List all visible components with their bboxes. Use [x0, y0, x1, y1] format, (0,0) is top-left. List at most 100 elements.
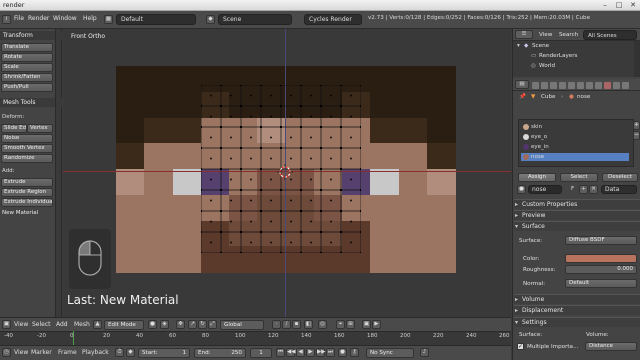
mesh-vertex[interactable] — [320, 189, 322, 191]
screen-layout-field[interactable]: Default — [116, 14, 196, 25]
scale-button[interactable]: Scale — [1, 63, 53, 72]
mesh-vertex[interactable] — [260, 147, 262, 149]
translate-button[interactable]: Translate — [1, 43, 53, 52]
mesh-vertex[interactable] — [201, 126, 202, 128]
mesh-vertex[interactable] — [300, 231, 302, 233]
surface-panel[interactable]: Surface — [514, 221, 640, 231]
mesh-vertex[interactable] — [340, 189, 342, 191]
transform-orientation-select[interactable]: Global — [220, 320, 264, 330]
mesh-vertex[interactable] — [260, 105, 262, 107]
expand-scene-icon[interactable]: ▾ — [517, 43, 520, 49]
transform-panel-header[interactable]: Transform — [0, 31, 62, 40]
mesh-vertex[interactable] — [340, 252, 342, 253]
next-keyframe-icon[interactable]: ▶▶ — [316, 348, 325, 357]
mesh-vertex[interactable] — [201, 210, 202, 212]
outliner-editor-icon[interactable]: ☰ — [515, 30, 533, 39]
mesh-vertex[interactable] — [300, 105, 302, 107]
material-slot-skin[interactable]: skin — [521, 123, 629, 131]
mesh-vertex[interactable] — [360, 252, 361, 253]
minimize-icon[interactable]: – — [598, 0, 612, 10]
mesh-vertex[interactable] — [240, 168, 242, 170]
mesh-menu[interactable]: Mesh — [74, 321, 90, 328]
menu-help[interactable]: Help — [83, 15, 97, 22]
add-menu[interactable]: Add — [56, 321, 68, 328]
new-material-panel-label[interactable]: New Material — [2, 210, 38, 216]
record-icon[interactable]: ● — [338, 348, 347, 357]
mesh-vertex[interactable] — [240, 147, 242, 149]
frame-menu[interactable]: Frame — [58, 349, 77, 356]
screen-layout-icon[interactable]: ▦ — [104, 15, 113, 24]
mesh-vertex[interactable] — [340, 85, 342, 86]
start-frame-field[interactable]: Start: 1 — [138, 348, 190, 358]
last-operator-label[interactable]: Last: New Material — [67, 293, 179, 307]
mesh-vertex[interactable] — [220, 105, 222, 107]
mesh-vertex[interactable] — [300, 210, 302, 212]
outliner-item-world[interactable]: World — [539, 63, 555, 69]
editor-type-icon[interactable]: ▣ — [2, 320, 11, 329]
mesh-vertex[interactable] — [220, 189, 222, 191]
preview-range-icon[interactable]: ⏱ — [115, 348, 124, 357]
material-slot-eye-o[interactable]: eye_o — [521, 133, 629, 141]
scene-field[interactable]: Scene — [218, 14, 292, 25]
pin-icon[interactable]: 📌 — [519, 94, 526, 100]
mesh-vertex[interactable] — [201, 105, 202, 107]
snap-element-icon[interactable]: ⊞ — [346, 320, 355, 329]
play-icon[interactable]: ▶ — [306, 348, 315, 357]
jump-end-icon[interactable]: ⏭ — [326, 348, 335, 357]
material-link-select[interactable]: Data — [601, 185, 637, 194]
face-select-icon[interactable]: ▪ — [292, 320, 301, 329]
mesh-vertex[interactable] — [201, 168, 202, 170]
current-frame-field[interactable]: 1 — [250, 348, 272, 358]
mesh-tools-panel-header[interactable]: Mesh Tools — [0, 98, 62, 107]
mesh-vertex[interactable] — [220, 147, 222, 149]
mesh-vertex[interactable] — [320, 210, 322, 212]
outliner-menu-search[interactable]: Search — [559, 32, 578, 38]
mesh-vertex[interactable] — [320, 168, 322, 170]
extrude-individual-button[interactable]: Extrude Individual — [1, 198, 53, 207]
remove-slot-button[interactable]: − — [633, 131, 640, 140]
mesh-vertex[interactable] — [280, 126, 282, 128]
mesh-vertex[interactable] — [201, 189, 202, 191]
mesh-vertex[interactable] — [340, 168, 342, 170]
mesh-vertex[interactable] — [240, 126, 242, 128]
mesh-vertex[interactable] — [300, 168, 302, 170]
mesh-vertex[interactable] — [320, 252, 322, 253]
properties-context-tabs[interactable] — [531, 81, 639, 90]
mesh-vertex[interactable] — [320, 85, 322, 86]
vertex-select-icon[interactable]: · — [272, 320, 281, 329]
mesh-vertex[interactable] — [340, 210, 342, 212]
properties-editor-icon[interactable]: ▤ — [515, 80, 529, 89]
mesh-vertex[interactable] — [320, 231, 322, 233]
mesh-vertex[interactable] — [360, 85, 361, 86]
material-browse-icon[interactable]: ● — [517, 185, 526, 194]
mesh-vertex[interactable] — [260, 189, 262, 191]
mesh-vertex[interactable] — [201, 231, 202, 233]
mesh-vertex[interactable] — [360, 147, 361, 149]
mesh-vertex[interactable] — [260, 85, 262, 86]
menu-window[interactable]: Window — [53, 15, 77, 22]
mesh-vertex[interactable] — [340, 147, 342, 149]
mesh-vertex[interactable] — [260, 231, 262, 233]
assign-button[interactable]: Assign — [518, 173, 556, 182]
outliner-item-scene[interactable]: Scene — [532, 43, 549, 49]
timeline[interactable]: -40 -20 0 20 40 60 80 100 120 140 160 180 200 220 240 2… — [0, 331, 511, 345]
audio-scrubbing-icon[interactable]: ♪ — [420, 348, 429, 357]
volume-panel[interactable]: Volume — [514, 294, 640, 304]
material-slot-eye-in[interactable]: eye_in — [521, 143, 629, 151]
deselect-button[interactable]: Deselect — [602, 173, 638, 182]
3d-cursor-icon[interactable] — [277, 164, 293, 180]
select-button[interactable]: Select — [560, 173, 598, 182]
extrude-region-button[interactable]: Extrude Region — [1, 188, 53, 197]
mesh-vertex[interactable] — [280, 147, 282, 149]
mesh-vertex[interactable] — [360, 168, 361, 170]
volume-sampling-select[interactable]: Distance — [585, 342, 637, 351]
roughness-slider[interactable]: 0.000 — [565, 265, 637, 274]
mesh-vertex[interactable] — [360, 105, 361, 107]
scale-manipulator-icon[interactable]: ⤢ — [208, 320, 217, 329]
view-menu[interactable]: View — [14, 321, 28, 328]
limit-selection-icon[interactable]: ◧ — [304, 320, 313, 329]
slide-edge-button[interactable]: Slide Ed — [1, 124, 27, 133]
timeline-view-menu[interactable]: View — [14, 349, 28, 356]
mesh-vertex[interactable] — [240, 210, 242, 212]
3d-viewport[interactable]: Front Ortho Last: New Material — [63, 29, 511, 317]
